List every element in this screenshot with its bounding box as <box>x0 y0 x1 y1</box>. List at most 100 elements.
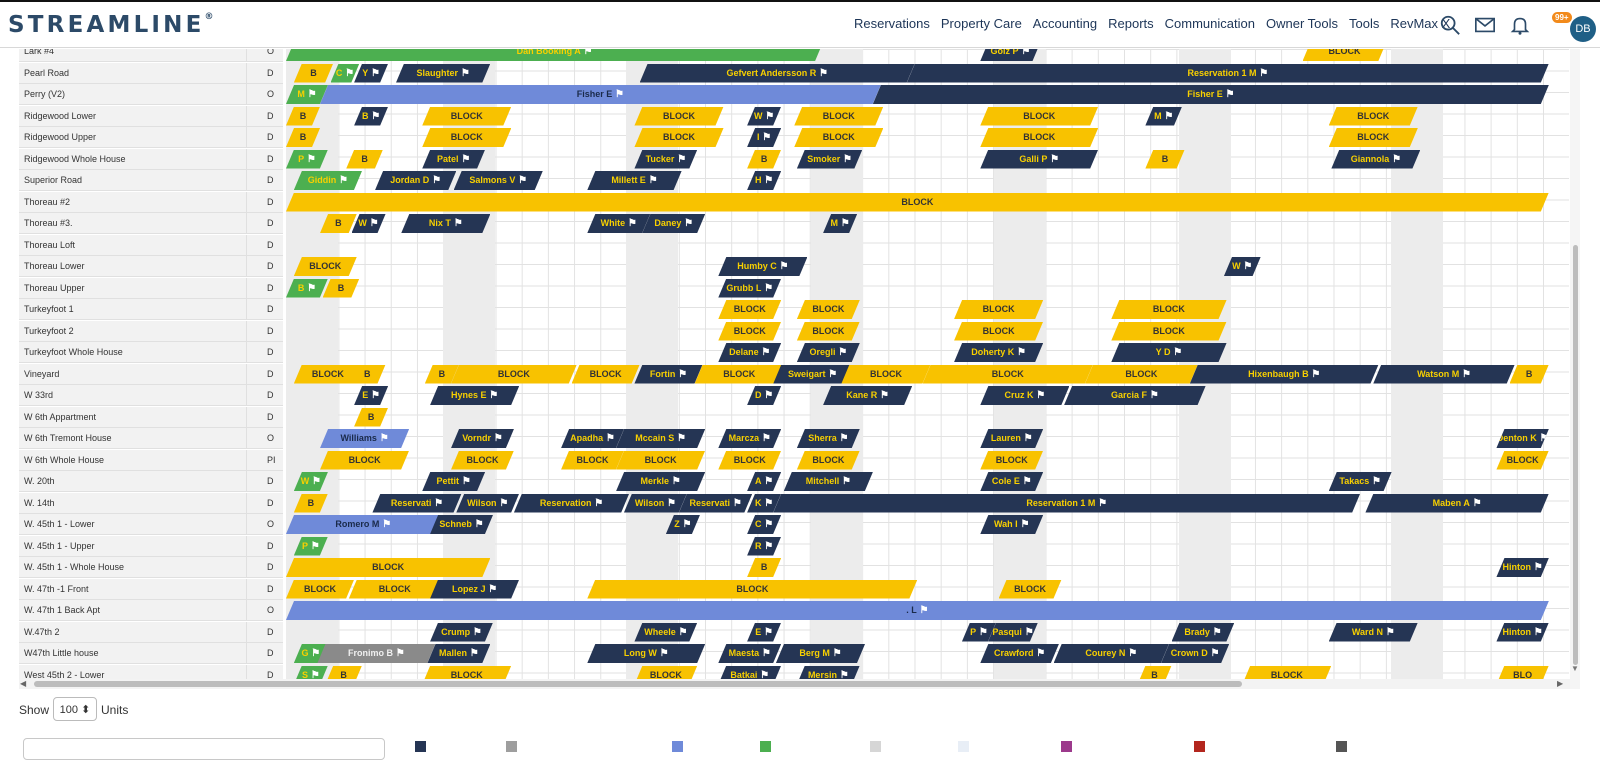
reservation-bar[interactable]: Wheele <box>634 623 697 642</box>
block-bar[interactable]: BLOCK <box>286 558 490 577</box>
block-bar[interactable]: B <box>320 214 357 233</box>
block-bar[interactable]: BLOCK <box>1329 128 1418 147</box>
block-bar[interactable]: BLOCK <box>451 365 577 384</box>
block-bar[interactable]: BLOCK <box>422 107 511 126</box>
block-bar[interactable]: BLOCK <box>797 451 860 470</box>
reservation-bar[interactable]: Y <box>354 64 388 83</box>
reservation-bar[interactable]: Reservation 1 M <box>907 64 1549 83</box>
block-bar[interactable]: B <box>1145 150 1184 169</box>
block-bar[interactable]: BLOCK <box>634 128 723 147</box>
nav-item-owner-tools[interactable]: Owner Tools <box>1266 16 1338 31</box>
reservation-bar[interactable]: Salmons V <box>454 171 543 190</box>
reservation-bar[interactable]: Gefvert Andersson R <box>640 64 915 83</box>
property-name[interactable]: W. 47th 1 Back Apt <box>19 600 247 621</box>
block-bar[interactable]: BLOCK <box>980 451 1043 470</box>
reservation-bar[interactable]: . L <box>286 601 1549 620</box>
property-name[interactable]: Ridgewood Lower <box>19 105 247 127</box>
scroll-down-arrow-icon[interactable]: ▼ <box>1571 664 1579 673</box>
bottom-search-input[interactable] <box>23 738 385 760</box>
property-name[interactable]: Superior Road <box>19 170 247 191</box>
reservation-bar[interactable]: Maben A <box>1365 494 1548 513</box>
reservation-bar[interactable]: Lauren <box>980 429 1043 448</box>
reservation-bar[interactable]: Wilson <box>456 494 519 513</box>
reservation-bar[interactable]: Jordan D <box>375 171 456 190</box>
property-name[interactable]: Perry (V2) <box>19 84 247 105</box>
block-bar[interactable]: BLOCK <box>1111 300 1226 319</box>
property-name[interactable]: Thoreau #3. <box>19 213 247 234</box>
block-bar[interactable]: BLOCK <box>1496 451 1548 470</box>
reservation-bar[interactable]: C <box>747 515 781 534</box>
reservation-bar[interactable]: Crump <box>430 623 493 642</box>
nav-item-reservations[interactable]: Reservations <box>854 16 930 31</box>
reservation-bar[interactable]: B <box>286 279 328 298</box>
reservation-bar[interactable]: Romero M <box>286 515 441 534</box>
reservation-bar[interactable]: Smoker <box>797 150 863 169</box>
reservation-bar[interactable]: Crawford <box>980 644 1059 663</box>
reservation-bar[interactable]: Garcia F <box>1064 386 1205 405</box>
reservation-bar[interactable]: Dan Booking A <box>286 49 823 61</box>
reservation-bar[interactable]: W <box>294 472 328 491</box>
reservation-bar[interactable]: H <box>747 171 781 190</box>
property-name[interactable]: Ridgewood Whole House <box>19 148 247 170</box>
scroll-right-arrow-icon[interactable]: ▶ <box>1557 679 1563 688</box>
reservation-bar[interactable]: Mallen <box>427 644 490 663</box>
property-name[interactable]: Ridgewood Upper <box>19 127 247 148</box>
block-bar[interactable]: BLOCK <box>999 580 1062 599</box>
reservation-bar[interactable]: Humby C <box>718 257 807 276</box>
property-name[interactable]: Thoreau Lower <box>19 256 247 277</box>
reservation-bar[interactable]: P <box>286 150 328 169</box>
property-name[interactable]: Lark #4 <box>19 49 247 62</box>
block-bar[interactable]: BLOCK <box>923 365 1093 384</box>
block-bar[interactable]: BLOCK <box>841 365 930 384</box>
reservation-bar[interactable]: W <box>747 107 781 126</box>
reservation-bar[interactable]: Millett E <box>587 171 681 190</box>
reservation-bar[interactable]: Fisher E <box>320 85 881 104</box>
reservation-bar[interactable]: Hixenbaugh B <box>1190 365 1379 384</box>
block-bar[interactable]: BLOCK <box>572 365 640 384</box>
reservation-bar[interactable]: Oregli <box>797 343 860 362</box>
property-name[interactable]: Thoreau #2 <box>19 191 247 213</box>
reservation-bar[interactable]: Delane <box>718 343 781 362</box>
reservation-bar[interactable]: Nix T <box>401 214 490 233</box>
reservation-bar[interactable]: Takacs <box>1329 472 1392 491</box>
block-bar[interactable]: BLOCK <box>1085 365 1198 384</box>
reservation-bar[interactable]: Long W <box>587 644 705 663</box>
reservation-bar[interactable]: Berg M <box>776 644 865 663</box>
reservation-bar[interactable]: Reservati <box>372 494 461 513</box>
reservation-bar[interactable]: Y D <box>1111 343 1226 362</box>
block-bar[interactable]: BLOCK <box>634 107 723 126</box>
block-bar[interactable]: B <box>286 128 320 147</box>
vertical-scroll-thumb[interactable] <box>1573 245 1578 665</box>
block-bar[interactable]: BLOCK <box>451 451 514 470</box>
property-name[interactable]: W.47th 2 <box>19 621 247 643</box>
property-name[interactable]: W. 14th <box>19 492 247 514</box>
block-bar[interactable]: BLOCK <box>422 128 511 147</box>
reservation-bar[interactable]: Reservation 1 M <box>773 494 1360 513</box>
reservation-bar[interactable]: Golz P <box>980 49 1040 61</box>
reservation-bar[interactable]: Sherra <box>797 429 860 448</box>
block-bar[interactable]: BLOCK <box>349 580 441 599</box>
block-bar[interactable]: BLOCK <box>1329 107 1418 126</box>
block-bar[interactable]: BLOCK <box>794 107 883 126</box>
nav-item-reports[interactable]: Reports <box>1108 16 1154 31</box>
reservation-bar[interactable]: Fortin <box>634 365 702 384</box>
reservation-bar[interactable]: A <box>747 472 781 491</box>
scroll-left-arrow-icon[interactable]: ◀ <box>20 679 26 688</box>
reservation-bar[interactable]: Watson M <box>1373 365 1514 384</box>
reservation-bar[interactable]: Z <box>666 515 700 534</box>
reservation-bar[interactable]: Sweigart <box>773 365 852 384</box>
horizontal-scroll-thumb[interactable] <box>34 681 1242 687</box>
block-bar[interactable]: B <box>1510 365 1549 384</box>
reservation-bar[interactable]: Hinton <box>1496 623 1548 642</box>
reservation-bar[interactable]: Hynes E <box>430 386 519 405</box>
block-bar[interactable]: BLOCK <box>286 580 354 599</box>
block-bar[interactable]: BLOCK <box>294 257 357 276</box>
reservation-bar[interactable]: M <box>1145 107 1182 126</box>
nav-item-tools[interactable]: Tools <box>1349 16 1379 31</box>
property-name[interactable]: Turkeyfoot Whole House <box>19 342 247 363</box>
property-name[interactable]: W. 20th <box>19 471 247 492</box>
reservation-bar[interactable]: I <box>747 128 781 147</box>
reservation-bar[interactable]: Galli P <box>980 150 1098 169</box>
reservation-bar[interactable]: E <box>747 623 781 642</box>
units-select[interactable]: 100 ⬍ <box>53 697 97 721</box>
